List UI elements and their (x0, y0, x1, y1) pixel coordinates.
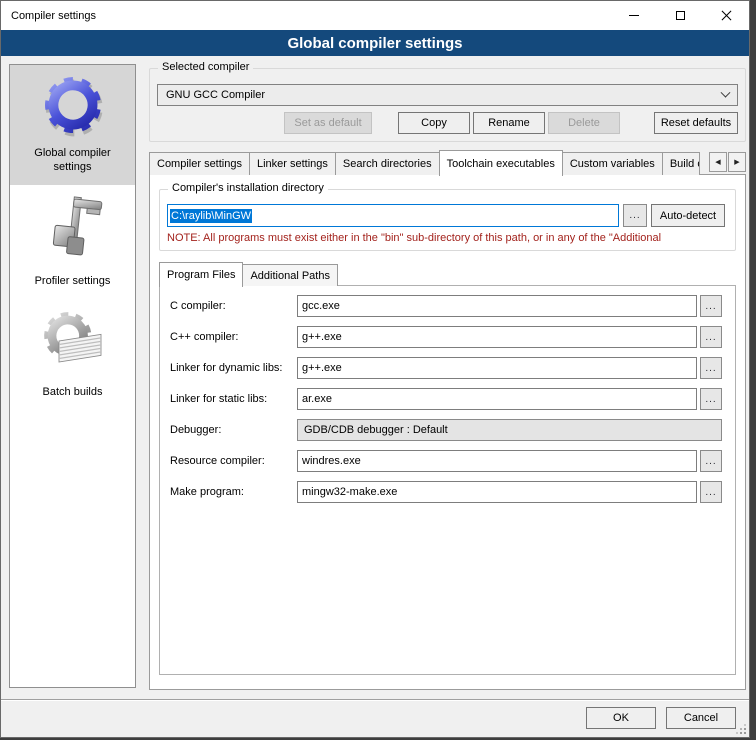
installation-directory-group: Compiler's installation directory C:\ray… (159, 189, 736, 251)
minimize-icon (629, 15, 639, 16)
ok-button[interactable]: OK (586, 707, 656, 729)
rename-button[interactable]: Rename (473, 112, 545, 134)
installation-directory-value: C:\raylib\MinGW (170, 209, 252, 223)
sidebar-item-profiler-settings[interactable]: Profiler settings (10, 185, 135, 298)
toolchain-executables-panel: Compiler's installation directory C:\ray… (149, 174, 746, 690)
tab-scroll-arrows: ◀ ▶ (708, 152, 746, 172)
cpp-compiler-label: C++ compiler: (170, 331, 297, 343)
arrow-left-icon: ◀ (715, 158, 720, 166)
compiler-settings-window: Compiler settings Global compiler settin… (0, 0, 750, 738)
tab-build-options[interactable]: Build options (662, 152, 700, 175)
dialog-body: Global compiler settings (1, 56, 749, 701)
dynamic-linker-label: Linker for dynamic libs: (170, 362, 297, 374)
dialog-footer: OK Cancel (1, 699, 749, 737)
c-compiler-browse-button[interactable]: ... (700, 295, 722, 317)
window-title: Compiler settings (11, 10, 96, 22)
debugger-select-value: GDB/CDB debugger : Default (304, 424, 448, 436)
auto-detect-button[interactable]: Auto-detect (651, 204, 725, 227)
make-program-label: Make program: (170, 486, 297, 498)
title-bar[interactable]: Compiler settings (1, 1, 749, 30)
make-program-browse-button[interactable]: ... (700, 481, 722, 503)
static-linker-label: Linker for static libs: (170, 393, 297, 405)
delete-button[interactable]: Delete (548, 112, 620, 134)
settings-tabs: Compiler settings Linker settings Search… (149, 149, 746, 175)
copy-button[interactable]: Copy (398, 112, 470, 134)
installation-directory-browse-button[interactable]: ... (623, 204, 647, 227)
tab-compiler-settings[interactable]: Compiler settings (149, 152, 250, 175)
sidebar-item-label: Profiler settings (35, 274, 111, 288)
chevron-down-icon (721, 87, 731, 97)
tab-custom-variables[interactable]: Custom variables (562, 152, 663, 175)
compiler-buttons-row: Set as default Copy Rename Delete Reset … (157, 112, 738, 134)
installation-directory-group-label: Compiler's installation directory (168, 182, 328, 194)
dynamic-linker-input[interactable] (297, 357, 697, 379)
cpp-compiler-row: C++ compiler: ... (170, 326, 735, 348)
caliper-icon (41, 193, 105, 268)
close-button[interactable] (703, 1, 749, 30)
debugger-label: Debugger: (170, 424, 297, 436)
dynamic-linker-row: Linker for dynamic libs: ... (170, 357, 735, 379)
tab-scroll-left-button[interactable]: ◀ (709, 152, 727, 172)
arrow-right-icon: ▶ (734, 158, 739, 166)
installation-directory-note: NOTE: All programs must exist either in … (167, 232, 728, 244)
resource-compiler-browse-button[interactable]: ... (700, 450, 722, 472)
resource-compiler-row: Resource compiler: ... (170, 450, 735, 472)
sidebar-item-label: Batch builds (43, 385, 103, 399)
gray-gear-stack-icon (38, 306, 108, 379)
cpp-compiler-browse-button[interactable]: ... (700, 326, 722, 348)
resource-compiler-label: Resource compiler: (170, 455, 297, 467)
sidebar-item-batch-builds[interactable]: Batch builds (10, 298, 135, 409)
page-title: Global compiler settings (1, 30, 749, 56)
reset-defaults-button[interactable]: Reset defaults (654, 112, 738, 134)
tab-additional-paths[interactable]: Additional Paths (242, 264, 338, 286)
sidebar-item-global-compiler-settings[interactable]: Global compiler settings (10, 65, 135, 185)
cpp-compiler-input[interactable] (297, 326, 697, 348)
compiler-select[interactable]: GNU GCC Compiler (157, 84, 738, 106)
maximize-icon (676, 11, 685, 20)
sidebar-item-label: Global compiler settings (14, 146, 131, 175)
installation-directory-row: C:\raylib\MinGW ... Auto-detect (167, 204, 728, 227)
static-linker-row: Linker for static libs: ... (170, 388, 735, 410)
program-tabs: Program Files Additional Paths (159, 261, 736, 286)
tab-toolchain-executables[interactable]: Toolchain executables (439, 150, 563, 176)
dynamic-linker-browse-button[interactable]: ... (700, 357, 722, 379)
maximize-button[interactable] (657, 1, 703, 30)
minimize-button[interactable] (611, 1, 657, 30)
tab-search-directories[interactable]: Search directories (335, 152, 440, 175)
tab-linker-settings[interactable]: Linker settings (249, 152, 336, 175)
make-program-row: Make program: ... (170, 481, 735, 503)
tab-program-files[interactable]: Program Files (159, 262, 243, 287)
main-content: Selected compiler GNU GCC Compiler Set a… (149, 62, 746, 690)
compiler-select-value: GNU GCC Compiler (166, 89, 265, 101)
make-program-input[interactable] (297, 481, 697, 503)
caption-buttons (611, 1, 749, 30)
resource-compiler-input[interactable] (297, 450, 697, 472)
resize-grip[interactable] (736, 724, 746, 734)
tab-scroll-right-button[interactable]: ▶ (728, 152, 746, 172)
settings-category-list: Global compiler settings (9, 64, 136, 688)
program-files-panel: C compiler: ... C++ compiler: ... Linker… (159, 285, 736, 675)
selected-compiler-group: Selected compiler GNU GCC Compiler Set a… (149, 68, 746, 142)
static-linker-browse-button[interactable]: ... (700, 388, 722, 410)
c-compiler-row: C compiler: ... (170, 295, 735, 317)
c-compiler-input[interactable] (297, 295, 697, 317)
cancel-button[interactable]: Cancel (666, 707, 736, 729)
debugger-row: Debugger: GDB/CDB debugger : Default (170, 419, 735, 441)
c-compiler-label: C compiler: (170, 300, 297, 312)
debugger-select[interactable]: GDB/CDB debugger : Default (297, 419, 722, 441)
static-linker-input[interactable] (297, 388, 697, 410)
close-icon (721, 10, 732, 21)
blue-gear-icon (41, 73, 105, 140)
selected-compiler-group-label: Selected compiler (158, 61, 253, 73)
set-as-default-button[interactable]: Set as default (284, 112, 372, 134)
installation-directory-input[interactable]: C:\raylib\MinGW (167, 204, 619, 227)
